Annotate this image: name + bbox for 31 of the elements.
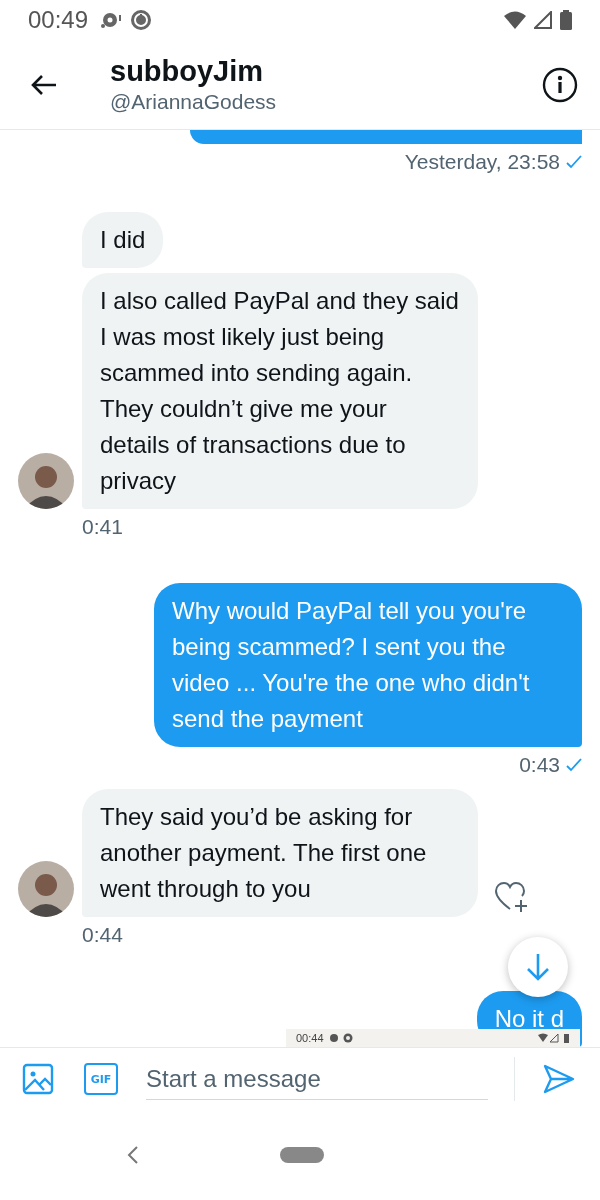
heart-plus-icon[interactable] xyxy=(494,880,530,915)
status-icons xyxy=(538,1033,570,1043)
signal-icon xyxy=(534,11,552,29)
notification-icons xyxy=(329,1033,354,1043)
sync-icon xyxy=(130,9,153,31)
battery-icon xyxy=(560,10,572,30)
image-button[interactable] xyxy=(22,1063,54,1095)
down-arrow-icon xyxy=(525,952,551,982)
status-time: 00:49 xyxy=(28,6,89,34)
back-arrow-icon xyxy=(30,72,58,97)
wifi-icon xyxy=(504,11,526,29)
info-icon xyxy=(542,66,578,103)
received-message: They said you’d be asking for another payment. The first one went through to you xyxy=(82,788,478,917)
send-button[interactable] xyxy=(543,1064,575,1094)
message-time: 0:44 xyxy=(82,922,123,947)
screenshot-preview[interactable]: 00:44 xyxy=(286,1029,580,1047)
received-message: I also called PayPal and they said I was most likely just being scammed into sending again. They couldn’t give me your details of transactions due to privacy xyxy=(82,272,478,509)
sent-message: Why would PayPal tell you you're being scammed? I sent you the video ... You're the one who didn't send the payment xyxy=(154,583,582,747)
scroll-down-button[interactable] xyxy=(508,937,568,997)
notification-icon xyxy=(100,11,123,29)
message-time: 0:43 xyxy=(519,753,560,778)
send-icon xyxy=(543,1064,575,1094)
received-message: I did xyxy=(82,211,164,268)
message-time: Yesterday, 23:58 xyxy=(404,150,560,175)
contact-handle: @AriannaGodess xyxy=(110,88,278,115)
nav-back-icon[interactable] xyxy=(126,1145,140,1165)
message-time: 0:41 xyxy=(82,514,123,539)
image-icon xyxy=(22,1063,54,1095)
home-handle[interactable] xyxy=(280,1147,324,1163)
preview-time: 00:44 xyxy=(296,1032,324,1044)
contact-name: subboyJim xyxy=(110,53,265,88)
